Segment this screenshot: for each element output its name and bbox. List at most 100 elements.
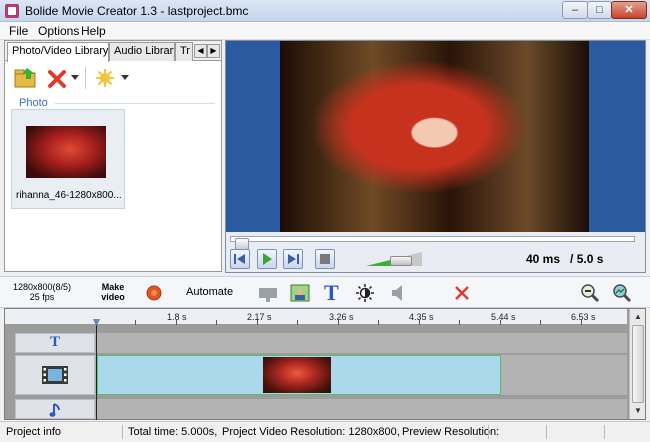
volume-handle[interactable] <box>390 256 412 266</box>
status-project-info: Project info <box>6 426 62 438</box>
audio-icon[interactable] <box>390 284 406 302</box>
ruler-tick-label: 2.17 s <box>247 312 272 322</box>
text-track-icon: T <box>49 334 60 350</box>
playhead-line <box>96 325 97 420</box>
ruler-tick <box>135 320 136 325</box>
menu-options[interactable]: Options <box>38 24 79 38</box>
library-panel: Photo/Video Library Audio Library Tr ◀ ▶… <box>4 40 222 272</box>
ruler-tick <box>216 320 217 325</box>
status-separator <box>122 425 123 439</box>
video-clip[interactable] <box>97 355 501 395</box>
library-item-name: rihanna_46-1280x800... <box>16 190 122 201</box>
dropdown-arrow-icon[interactable] <box>121 75 129 81</box>
close-red-icon[interactable] <box>454 285 470 301</box>
window-title: Bolide Movie Creator 1.3 - lastproject.b… <box>25 4 249 18</box>
tab-audio-library[interactable]: Audio Library <box>109 42 175 61</box>
ruler-tick <box>459 320 460 325</box>
automate-button[interactable]: Automate <box>186 287 233 298</box>
editing-toolbar: 1280x800(8/5) 25 fps Make video Automate… <box>0 276 650 308</box>
close-button[interactable]: ✕ <box>611 1 647 19</box>
toolbar-divider <box>85 67 86 89</box>
play-button[interactable] <box>257 249 277 269</box>
preview-image <box>280 41 589 232</box>
scrollbar-thumb[interactable] <box>632 325 644 403</box>
ruler-tick-label: 5.44 s <box>491 312 516 322</box>
minimize-button[interactable]: – <box>562 1 588 19</box>
section-divider <box>55 103 215 104</box>
image-icon[interactable] <box>290 283 310 303</box>
ruler-tick <box>540 320 541 325</box>
status-total-time: Total time: 5.000s, <box>128 426 218 438</box>
ruler-tick <box>257 320 258 325</box>
video-track-header <box>15 355 95 395</box>
menu-bar: File Options Help <box>0 22 650 40</box>
record-icon[interactable] <box>146 285 162 301</box>
current-time: 40 ms <box>526 252 561 266</box>
seek-bar[interactable] <box>230 236 635 250</box>
time-ruler[interactable]: 1.8 s 2.17 s 3.26 s 4.35 s 5.44 s 6.53 s <box>95 309 627 325</box>
stop-icon <box>320 254 330 264</box>
brightness-icon[interactable] <box>356 284 374 302</box>
menu-help[interactable]: Help <box>81 24 106 38</box>
status-separator <box>604 425 605 439</box>
library-item[interactable]: rihanna_46-1280x800... <box>11 109 125 209</box>
library-tabs: Photo/Video Library Audio Library Tr ◀ ▶ <box>5 41 221 62</box>
make-video-label-1: Make <box>101 282 125 292</box>
menu-file[interactable]: File <box>9 24 28 38</box>
music-note-icon <box>49 403 60 417</box>
zoom-fit-icon[interactable] <box>612 283 632 303</box>
ruler-header <box>5 309 95 325</box>
app-icon <box>5 4 19 18</box>
maximize-button[interactable]: □ <box>587 1 612 19</box>
ruler-tick <box>176 320 177 325</box>
title-bar: Bolide Movie Creator 1.3 - lastproject.b… <box>0 0 650 22</box>
tab-photo-video-library[interactable]: Photo/Video Library <box>7 42 109 62</box>
timeline-scrollbar[interactable]: ▲ ▼ <box>629 309 645 419</box>
video-resolution: 1280x800(8/5) <box>12 282 72 292</box>
library-toolbar <box>5 63 221 93</box>
status-separator <box>546 425 547 439</box>
scroll-down-icon[interactable]: ▼ <box>632 405 644 417</box>
effects-star-icon[interactable] <box>95 68 115 88</box>
tab-transitions[interactable]: Tr <box>175 42 193 61</box>
text-icon[interactable]: T <box>324 280 339 306</box>
player-controls: 40 ms / 5.0 s <box>226 232 645 272</box>
text-track[interactable] <box>95 333 627 353</box>
status-preview-resolution: Preview Resolution: <box>402 426 500 438</box>
time-display: 40 ms / 5.0 s <box>526 252 603 266</box>
stop-button[interactable] <box>315 249 335 269</box>
volume-slider[interactable] <box>366 252 422 266</box>
play-icon <box>263 253 272 265</box>
video-format-info: 1280x800(8/5) 25 fps <box>12 282 72 302</box>
section-label-photo: Photo <box>19 97 48 109</box>
tab-scroll-left-icon[interactable]: ◀ <box>194 44 207 58</box>
ruler-tick <box>297 320 298 325</box>
ruler-tick <box>500 320 501 325</box>
delete-icon[interactable] <box>47 69 67 89</box>
skip-forward-button[interactable] <box>283 249 303 269</box>
zoom-out-icon[interactable] <box>580 283 600 303</box>
status-separator <box>488 425 489 439</box>
status-bar: Project info Total time: 5.000s, Project… <box>0 421 650 442</box>
tab-scroll-right-icon[interactable]: ▶ <box>207 44 220 58</box>
ruler-tick <box>581 320 582 325</box>
video-preview: 40 ms / 5.0 s <box>225 40 646 273</box>
film-strip-icon <box>42 366 68 384</box>
audio-track[interactable] <box>95 399 627 419</box>
skip-back-icon <box>234 254 245 264</box>
audio-track-header <box>15 399 95 419</box>
ruler-tick-label: 4.35 s <box>409 312 434 322</box>
skip-back-button[interactable] <box>230 249 250 269</box>
transition-icon[interactable] <box>258 285 278 303</box>
dropdown-arrow-icon[interactable] <box>71 75 79 81</box>
text-track-header: T <box>15 333 95 353</box>
ruler-tick-label: 3.26 s <box>329 312 354 322</box>
open-folder-icon[interactable] <box>13 67 39 89</box>
total-time: / 5.0 s <box>570 252 604 266</box>
scroll-up-icon[interactable]: ▲ <box>632 311 644 323</box>
ruler-tick-label: 6.53 s <box>571 312 596 322</box>
video-fps: 25 fps <box>29 292 55 302</box>
make-video-button[interactable]: Make video <box>94 282 132 302</box>
clip-thumbnail <box>263 357 331 393</box>
status-project-resolution: Project Video Resolution: 1280x800, <box>222 426 400 438</box>
